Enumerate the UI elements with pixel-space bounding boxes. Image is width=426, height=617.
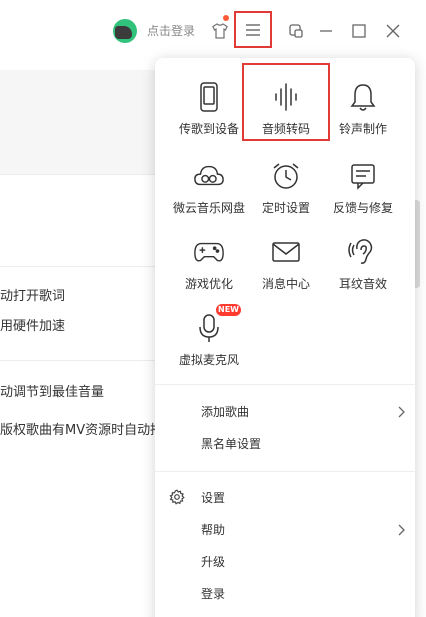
login-link[interactable]: 点击登录 <box>147 23 195 39</box>
title-bar: 点击登录 <box>0 0 426 62</box>
audio-wave-icon <box>270 81 302 113</box>
menu-item-help[interactable]: 帮助 <box>155 515 415 545</box>
menu-item-feedback[interactable]: 反馈与修复 <box>320 160 406 230</box>
maximize-icon[interactable] <box>346 18 372 44</box>
auto-mv-option[interactable]: 版权歌曲有MV资源时自动播 <box>0 422 163 440</box>
chevron-right-icon <box>398 406 405 418</box>
hamburger-menu-icon <box>246 23 260 36</box>
envelope-icon <box>270 236 302 268</box>
menu-item-virtual-mic[interactable]: 虚拟麦克风 <box>166 312 252 382</box>
menu-item-label: 升级 <box>201 555 226 569</box>
auto-lyrics-option[interactable]: 动打开歌词 <box>0 288 65 306</box>
menu-item-blacklist[interactable]: 黑名单设置 <box>155 429 415 459</box>
settings-header-band <box>0 70 160 174</box>
menu-item-login[interactable]: 登录 <box>155 579 415 609</box>
menu-item-ear-print[interactable]: 耳纹音效 <box>320 236 406 306</box>
menu-item-label: 传歌到设备 <box>178 122 239 136</box>
close-icon[interactable] <box>380 18 406 44</box>
divider <box>0 360 160 361</box>
notification-dot <box>223 15 229 21</box>
user-avatar-icon[interactable] <box>113 19 137 43</box>
menu-item-label: 定时设置 <box>261 201 310 215</box>
new-badge: NEW <box>216 304 241 316</box>
menu-item-upgrade[interactable]: 升级 <box>155 547 415 577</box>
menu-item-message-center[interactable]: 消息中心 <box>243 236 329 306</box>
menu-item-label: 消息中心 <box>261 277 310 291</box>
main-menu-button[interactable] <box>234 11 272 48</box>
alarm-clock-icon <box>270 160 302 192</box>
menu-separator <box>155 471 415 472</box>
divider <box>0 266 160 267</box>
menu-item-timer[interactable]: 定时设置 <box>243 160 329 230</box>
gear-icon <box>169 489 185 505</box>
menu-item-label: 黑名单设置 <box>201 437 262 451</box>
menu-item-label: 帮助 <box>201 523 226 537</box>
divider <box>0 174 160 175</box>
menu-item-cloud-drive[interactable]: 微云音乐网盘 <box>166 160 252 230</box>
menu-item-game-optimize[interactable]: 游戏优化 <box>166 236 252 306</box>
menu-item-add-songs[interactable]: 添加歌曲 <box>155 397 415 427</box>
ear-icon <box>347 236 379 268</box>
menu-item-audio-transcode[interactable]: 音频转码 <box>243 81 329 151</box>
menu-item-label: 游戏优化 <box>184 277 233 291</box>
menu-separator <box>155 384 415 385</box>
cloud-icon <box>193 160 225 192</box>
feedback-icon <box>347 160 379 192</box>
menu-item-label: 反馈与修复 <box>332 201 393 215</box>
menu-item-label: 虚拟麦克风 <box>178 353 239 367</box>
gamepad-icon <box>193 236 225 268</box>
menu-item-transfer-to-device[interactable]: 传歌到设备 <box>166 81 252 151</box>
bell-icon <box>347 81 379 113</box>
mini-mode-icon[interactable] <box>283 18 309 44</box>
phone-icon <box>193 81 225 113</box>
minimize-icon[interactable] <box>313 18 339 44</box>
menu-item-settings[interactable]: 设置 <box>155 483 415 513</box>
hardware-accel-option[interactable]: 用硬件加速 <box>0 318 65 336</box>
menu-item-label: 微云音乐网盘 <box>172 201 245 215</box>
tshirt-icon[interactable] <box>207 18 233 44</box>
menu-item-label: 铃声制作 <box>338 122 387 136</box>
chevron-right-icon <box>398 524 405 536</box>
menu-item-label: 添加歌曲 <box>201 405 250 419</box>
menu-item-ringtone-maker[interactable]: 铃声制作 <box>320 81 406 151</box>
microphone-icon <box>193 312 225 344</box>
menu-item-label: 登录 <box>201 587 226 601</box>
menu-item-label: 音频转码 <box>261 122 310 136</box>
menu-item-label: 设置 <box>201 491 226 505</box>
menu-item-label: 耳纹音效 <box>338 277 387 291</box>
auto-volume-option[interactable]: 动调节到最佳音量 <box>0 384 104 402</box>
